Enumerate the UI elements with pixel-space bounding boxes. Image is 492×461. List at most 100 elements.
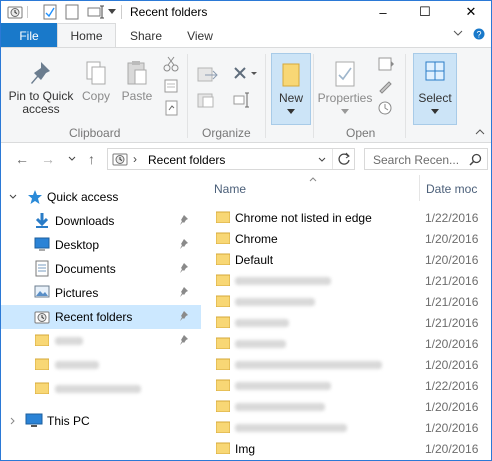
properties-button[interactable]: Properties	[315, 58, 375, 115]
search-input[interactable]: Search Recen...	[364, 148, 488, 170]
recent-folders-icon[interactable]	[7, 4, 23, 20]
folder-icon	[216, 274, 230, 286]
maximize-button[interactable]: ☐	[407, 1, 443, 23]
address-divider	[332, 149, 333, 169]
file-date: 1/21/2016	[425, 274, 479, 288]
downloads-icon	[35, 213, 49, 228]
svg-text:?: ?	[476, 30, 481, 40]
delete-icon[interactable]	[233, 66, 259, 82]
copy-to-icon[interactable]	[197, 92, 221, 110]
pin-to-quick-access-button[interactable]: Pin to Quick access	[5, 58, 77, 116]
tab-home[interactable]: Home	[57, 23, 116, 48]
select-button[interactable]: Select	[413, 58, 457, 115]
rename-ribbon-icon[interactable]	[233, 92, 251, 108]
properties-label: Properties	[317, 91, 373, 105]
column-divider[interactable]	[419, 175, 420, 201]
chevron-down-icon	[431, 109, 439, 114]
file-date: 1/22/2016	[425, 379, 479, 393]
paste-shortcut-icon[interactable]	[163, 100, 179, 116]
file-date: 1/20/2016	[425, 358, 479, 372]
table-row[interactable]: 1/20/2016	[201, 333, 491, 354]
new-button[interactable]: New	[271, 58, 311, 115]
table-row[interactable]: 1/20/2016	[201, 354, 491, 375]
nav-label: Documents	[55, 262, 116, 276]
desktop-icon	[34, 237, 50, 251]
breadcrumb[interactable]: Recent folders	[148, 153, 225, 167]
nav-item-desktop[interactable]: Desktop	[1, 233, 201, 257]
forward-button[interactable]: →	[41, 151, 55, 167]
address-row: ← → ↑ › Recent folders Search Recen...	[1, 143, 491, 175]
tab-share[interactable]: Share	[121, 23, 171, 48]
window-title: Recent folders	[130, 5, 208, 19]
nav-item-documents[interactable]: Documents	[1, 257, 201, 281]
folder-icon	[216, 421, 230, 433]
new-folder-icon	[282, 63, 300, 87]
table-row[interactable]: 1/21/2016	[201, 291, 491, 312]
pin-icon[interactable]	[179, 214, 189, 226]
ribbon-tabs: File Home Share View ?	[1, 23, 491, 48]
nav-label-quick-access: Quick access	[47, 190, 119, 204]
cut-icon[interactable]	[163, 56, 179, 72]
table-row[interactable]: 1/20/2016	[201, 396, 491, 417]
nav-label: Desktop	[55, 238, 100, 252]
minimize-button[interactable]: –	[365, 1, 401, 23]
close-button[interactable]: ✕	[453, 1, 489, 23]
redacted-file-name	[235, 382, 331, 390]
chevron-down-icon[interactable]	[453, 28, 463, 38]
nav-item-downloads[interactable]: Downloads	[1, 209, 201, 233]
help-icon[interactable]: ?	[473, 28, 485, 40]
address-bar[interactable]: › Recent folders	[107, 148, 355, 170]
group-divider	[265, 54, 266, 138]
table-row[interactable]: Img 1/20/2016	[201, 438, 491, 459]
paste-button[interactable]: Paste	[119, 58, 155, 103]
table-row[interactable]: 1/20/2016	[201, 417, 491, 438]
search-icon[interactable]	[469, 153, 482, 166]
table-row[interactable]: Chrome not listed in edge 1/22/2016	[201, 207, 491, 228]
rename-icon[interactable]	[87, 4, 105, 20]
table-row[interactable]: 1/21/2016	[201, 312, 491, 333]
column-header-date[interactable]: Date moc	[426, 182, 477, 196]
tab-view[interactable]: View	[177, 23, 223, 48]
nav-item-pinned-folder[interactable]	[1, 329, 201, 353]
table-row[interactable]: Chrome 1/20/2016	[201, 228, 491, 249]
table-row[interactable]: 1/22/2016	[201, 375, 491, 396]
recent-folders-icon	[34, 311, 50, 324]
redacted-file-name	[235, 277, 331, 285]
chevron-down-icon[interactable]	[9, 193, 17, 201]
nav-item-pinned-folder[interactable]	[1, 377, 201, 401]
edit-icon[interactable]	[377, 78, 393, 94]
tab-file[interactable]: File	[1, 23, 57, 48]
table-row[interactable]: 1/21/2016	[201, 270, 491, 291]
pin-icon[interactable]	[179, 286, 189, 298]
address-dropdown-icon[interactable]	[318, 157, 326, 163]
pin-icon[interactable]	[179, 310, 189, 322]
nav-item-recent-folders[interactable]: Recent folders	[1, 305, 201, 329]
copy-path-icon[interactable]	[163, 78, 179, 94]
up-button[interactable]: ↑	[88, 151, 95, 167]
new-folder-icon[interactable]	[65, 4, 79, 20]
nav-item-pictures[interactable]: Pictures	[1, 281, 201, 305]
nav-item-this-pc[interactable]: This PC	[1, 409, 201, 433]
folder-icon	[35, 358, 49, 370]
move-to-icon[interactable]	[197, 66, 221, 84]
pin-icon[interactable]	[179, 334, 189, 346]
copy-button[interactable]: Copy	[79, 58, 113, 103]
recent-locations-icon[interactable]	[68, 156, 76, 162]
nav-item-pinned-folder[interactable]	[1, 353, 201, 377]
back-button[interactable]: ←	[15, 151, 29, 167]
pin-icon[interactable]	[179, 238, 189, 250]
pin-icon[interactable]	[179, 262, 189, 274]
collapse-ribbon-icon[interactable]	[475, 128, 485, 136]
paste-icon	[127, 61, 147, 85]
column-header-name[interactable]: Name	[214, 182, 246, 196]
redacted-file-name	[235, 361, 383, 369]
nav-item-quick-access[interactable]: Quick access	[1, 185, 201, 209]
refresh-icon[interactable]	[337, 152, 351, 166]
chevron-right-icon[interactable]	[9, 417, 17, 425]
table-row[interactable]: Default 1/20/2016	[201, 249, 491, 270]
open-icon[interactable]	[377, 56, 395, 72]
file-date: 1/20/2016	[425, 337, 479, 351]
history-icon[interactable]	[377, 100, 393, 116]
properties-icon[interactable]	[43, 4, 57, 20]
folder-icon	[35, 382, 49, 394]
